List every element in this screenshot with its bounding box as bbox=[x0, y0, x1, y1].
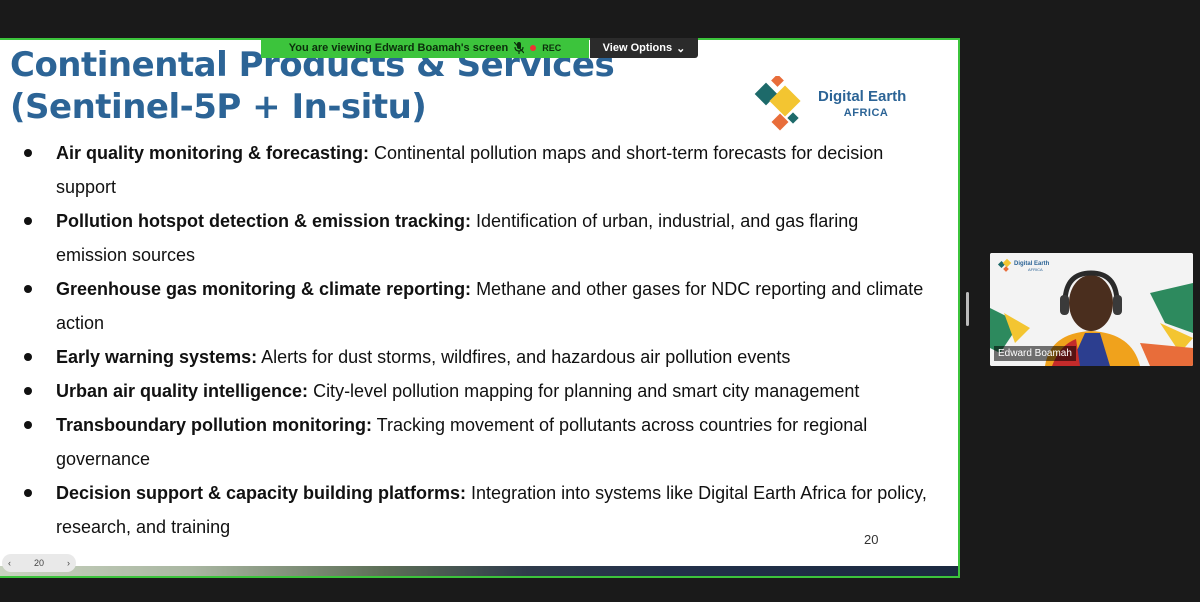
digital-earth-africa-logo: Digital Earth AFRICA bbox=[752, 74, 932, 136]
shared-slide: Continental Products & Services (Sentine… bbox=[0, 38, 960, 578]
bullet-dot-icon bbox=[24, 421, 32, 429]
tile-logo-line2: AFRICA bbox=[1028, 267, 1043, 272]
bullet-heading: Transboundary pollution monitoring: bbox=[56, 415, 372, 435]
chevron-down-icon: ⌄ bbox=[676, 42, 686, 55]
bullet-list: Air quality monitoring & forecasting: Co… bbox=[20, 136, 930, 544]
bullet-heading: Pollution hotspot detection & emission t… bbox=[56, 211, 472, 231]
bullet-text: Alerts for dust storms, wildfires, and h… bbox=[257, 347, 791, 367]
viewing-text: You are viewing Edward Boamah's screen bbox=[288, 42, 509, 54]
rec-dot-icon bbox=[530, 45, 537, 51]
bullet-dot-icon bbox=[24, 285, 32, 293]
bullet-dot-icon bbox=[24, 217, 32, 225]
slide-page-number: 20 bbox=[864, 532, 879, 547]
bullet-item: Air quality monitoring & forecasting: Co… bbox=[20, 136, 930, 204]
chevron-right-icon[interactable]: › bbox=[67, 558, 70, 568]
bullet-heading: Air quality monitoring & forecasting: bbox=[56, 143, 370, 163]
slide-bottom-image bbox=[0, 566, 958, 576]
rec-label: REC bbox=[542, 43, 562, 53]
bullet-item: Pollution hotspot detection & emission t… bbox=[20, 204, 930, 272]
mic-muted-icon bbox=[514, 42, 525, 54]
view-options-button[interactable]: View Options ⌄ bbox=[590, 38, 698, 58]
bullet-item: Greenhouse gas monitoring & climate repo… bbox=[20, 272, 930, 340]
bullet-item: Transboundary pollution monitoring: Trac… bbox=[20, 408, 930, 476]
logo-line2: AFRICA bbox=[843, 107, 889, 119]
logo-line1: Digital Earth bbox=[818, 88, 907, 105]
logo-wordmark: Digital Earth AFRICA bbox=[818, 88, 906, 122]
screen-share-banner: You are viewing Edward Boamah's screen R… bbox=[261, 38, 589, 58]
bullet-item: Decision support & capacity building pla… bbox=[20, 476, 930, 544]
chevron-left-icon[interactable]: ‹ bbox=[8, 558, 11, 568]
bullet-heading: Decision support & capacity building pla… bbox=[56, 483, 467, 503]
bullet-heading: Early warning systems: bbox=[56, 347, 258, 367]
diamond-logo-icon bbox=[754, 74, 801, 131]
bullet-dot-icon bbox=[24, 489, 32, 497]
view-options-label: View Options bbox=[602, 42, 673, 54]
participant-video-tile[interactable]: Digital Earth AFRICA Edward Boamah bbox=[990, 253, 1193, 366]
bullet-dot-icon bbox=[24, 149, 32, 157]
slide-nav-page: 20 bbox=[33, 558, 44, 568]
bullet-dot-icon bbox=[24, 387, 32, 395]
bullet-item: Early warning systems: Alerts for dust s… bbox=[20, 340, 930, 374]
bullet-text: City-level pollution mapping for plannin… bbox=[308, 381, 860, 401]
participant-name-label: Edward Boamah bbox=[994, 346, 1076, 361]
bullet-heading: Greenhouse gas monitoring & climate repo… bbox=[56, 279, 472, 299]
bullet-dot-icon bbox=[24, 353, 32, 361]
bullet-item: Urban air quality intelligence: City-lev… bbox=[20, 374, 930, 408]
slide-nav-control[interactable]: ‹ 20 › bbox=[2, 554, 76, 572]
panel-resize-handle[interactable] bbox=[966, 292, 969, 326]
bullet-heading: Urban air quality intelligence: bbox=[56, 381, 309, 401]
slide-title-line2: (Sentinel-5P + In-situ) bbox=[10, 87, 427, 127]
